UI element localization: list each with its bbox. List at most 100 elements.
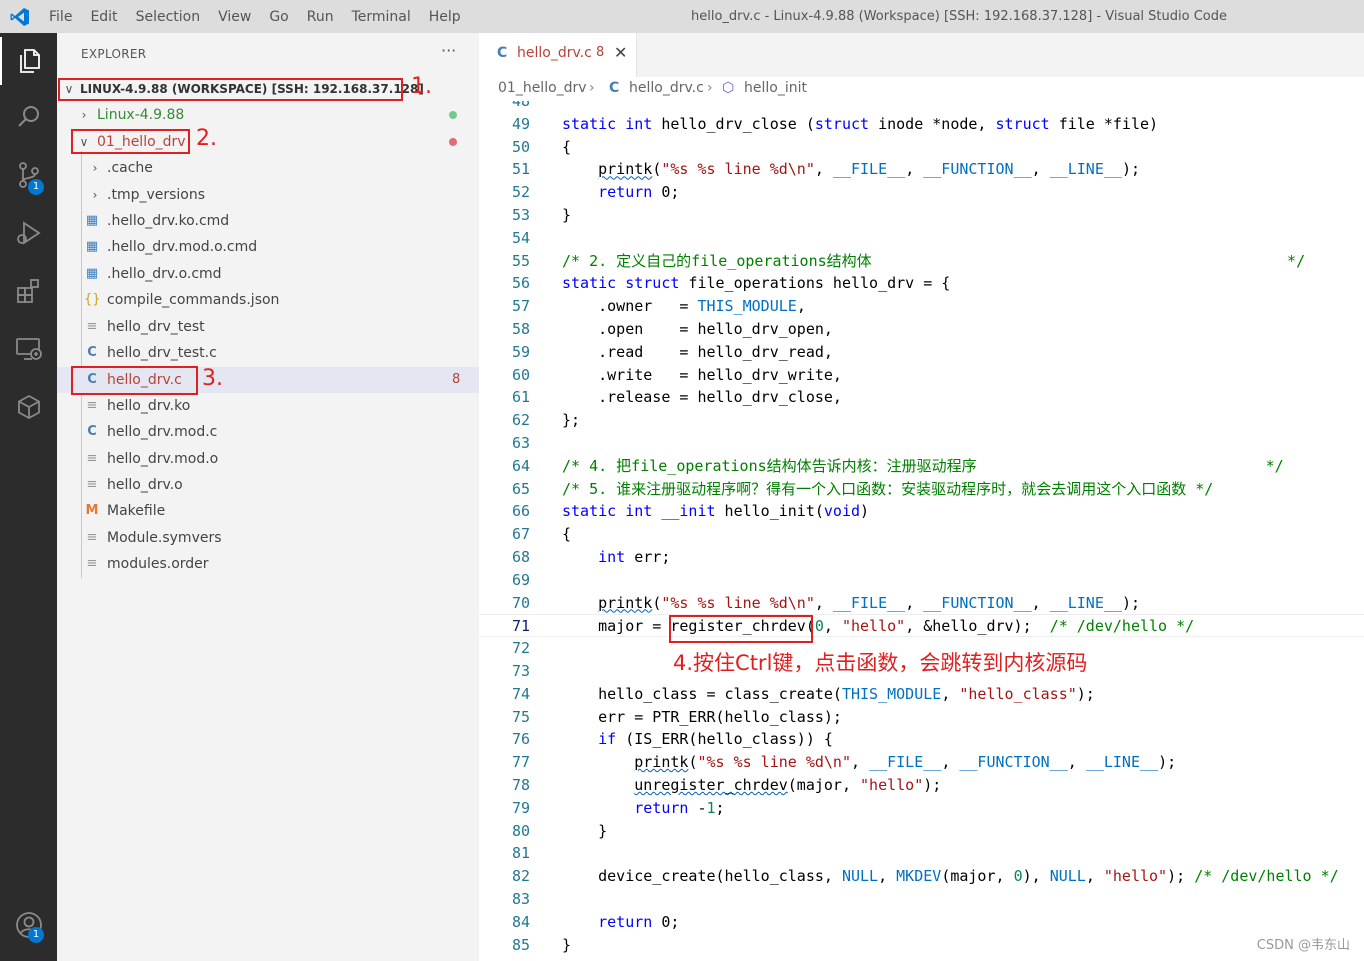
- line-number: 74: [511, 684, 530, 703]
- windows-file-icon: ▦: [85, 266, 99, 281]
- code-line[interactable]: 57 .owner = THIS_MODULE,: [479, 295, 1364, 318]
- tree-item-hello-drv-test-c[interactable]: C hello_drv_test.c: [57, 340, 479, 366]
- code-line[interactable]: 60 .write = hello_drv_write,: [479, 364, 1364, 387]
- code-line[interactable]: 74 hello_class = class_create(THIS_MODUL…: [479, 683, 1364, 706]
- text-file-icon: ≡: [86, 530, 98, 545]
- code-line[interactable]: 68 int err;: [479, 546, 1364, 569]
- code-text: hello_class = class_create(THIS_MODULE, …: [562, 684, 1095, 703]
- source-control-icon[interactable]: 1: [0, 151, 57, 199]
- search-icon[interactable]: [0, 93, 57, 141]
- close-icon[interactable]: ✕: [614, 43, 627, 62]
- menu-terminal[interactable]: Terminal: [343, 9, 420, 25]
- text-file-icon: ≡: [86, 319, 98, 334]
- code-line[interactable]: 66 static int __init hello_init(void): [479, 500, 1364, 523]
- menu-help[interactable]: Help: [420, 9, 470, 25]
- line-number: 68: [511, 548, 530, 566]
- code-line[interactable]: 54: [479, 227, 1364, 250]
- tree-item-compile-commands-json[interactable]: {} compile_commands.json: [57, 287, 479, 313]
- code-line[interactable]: 59 .read = hello_drv_read,: [479, 341, 1364, 364]
- tree-item-linux-4-9-88[interactable]: › Linux-4.9.88: [57, 102, 479, 128]
- tree-item-hello-drv-o-cmd[interactable]: ▦ .hello_drv.o.cmd: [57, 261, 479, 287]
- code-line[interactable]: 64 /* 4. 把file_operations结构体告诉内核：注册驱动程序 *…: [479, 455, 1364, 478]
- c-file-icon: C: [87, 345, 97, 360]
- code-text: printk("%s %s line %d\n", __FILE__, __FU…: [598, 160, 1140, 179]
- code-line[interactable]: 71 major = register_chrdev(0, "hello", &…: [479, 614, 1364, 638]
- code-editor[interactable]: 48 49 static int hello_drv_close (struct i…: [479, 101, 1364, 961]
- tree-item-tmp-versions[interactable]: › .tmp_versions: [57, 182, 479, 208]
- tree-item-hello-drv-o[interactable]: ≡ hello_drv.o: [57, 472, 479, 498]
- code-text: }: [562, 821, 608, 840]
- code-line[interactable]: 52 return 0;: [479, 181, 1364, 204]
- breadcrumb-symbol[interactable]: hello_init: [744, 80, 807, 96]
- breadcrumb-file[interactable]: hello_drv.c: [629, 80, 704, 96]
- code-line[interactable]: 50 {: [479, 136, 1364, 159]
- tree-item-hello-drv-ko-cmd[interactable]: ▦ .hello_drv.ko.cmd: [57, 208, 479, 234]
- code-line[interactable]: 55 /* 2. 定义自己的file_operations结构体 */: [479, 250, 1364, 273]
- code-line[interactable]: 77 printk("%s %s line %d\n", __FILE__, _…: [479, 751, 1364, 774]
- code-line[interactable]: 82 device_create(hello_class, NULL, MKDE…: [479, 865, 1364, 888]
- tree-item-module-symvers[interactable]: ≡ Module.symvers: [57, 525, 479, 551]
- code-line[interactable]: 84 return 0;: [479, 911, 1364, 934]
- code-line[interactable]: 70 printk("%s %s line %d\n", __FILE__, _…: [479, 592, 1364, 615]
- tree-item-makefile[interactable]: M Makefile: [57, 498, 479, 524]
- tree-item-label: Module.symvers: [107, 530, 222, 546]
- cube-icon[interactable]: [0, 383, 57, 431]
- code-line[interactable]: 51 printk("%s %s line %d\n", __FILE__, _…: [479, 158, 1364, 181]
- code-line[interactable]: 76 if (IS_ERR(hello_class)) {: [479, 728, 1364, 751]
- code-line[interactable]: 67 {: [479, 523, 1364, 546]
- line-number: 77: [511, 753, 530, 772]
- code-line[interactable]: 83: [479, 888, 1364, 911]
- line-number: 79: [511, 798, 530, 817]
- tree-item-cache[interactable]: › .cache: [57, 155, 479, 181]
- code-line[interactable]: 62};: [479, 409, 1364, 432]
- problems-count: 8: [452, 372, 461, 387]
- menu-go[interactable]: Go: [260, 9, 297, 25]
- code-line[interactable]: 48: [479, 101, 1364, 113]
- remote-explorer-icon[interactable]: [0, 325, 57, 373]
- code-text: .release = hello_drv_close,: [562, 388, 842, 407]
- code-line[interactable]: 79 return -1;: [479, 797, 1364, 820]
- tree-item-hello-drv-mod-o[interactable]: ≡ hello_drv.mod.o: [57, 446, 479, 472]
- explorer-icon[interactable]: [0, 37, 57, 85]
- account-icon[interactable]: 1: [0, 901, 57, 949]
- menu-edit[interactable]: Edit: [81, 9, 126, 25]
- text-file-icon: ≡: [86, 398, 98, 413]
- code-line[interactable]: 53}: [479, 204, 1364, 227]
- code-text: .open = hello_drv_open,: [562, 320, 833, 338]
- tree-item-modules-order[interactable]: ≡ modules.order: [57, 551, 479, 577]
- code-line[interactable]: 81: [479, 842, 1364, 865]
- code-line[interactable]: 56 static struct file_operations hello_dr…: [479, 272, 1364, 295]
- breadcrumb-folder[interactable]: 01_hello_drv: [498, 80, 587, 96]
- tab-hello-drv-c[interactable]: C hello_drv.c 8 ✕: [479, 33, 637, 77]
- code-line[interactable]: 75 err = PTR_ERR(hello_class);: [479, 706, 1364, 729]
- line-number: 71: [511, 617, 530, 636]
- code-line[interactable]: 78 unregister_chrdev(major, "hello");: [479, 774, 1364, 797]
- menu-run[interactable]: Run: [298, 9, 343, 25]
- menu-view[interactable]: View: [209, 9, 260, 25]
- code-line[interactable]: 69: [479, 569, 1364, 592]
- code-line[interactable]: 65 /* 5. 谁来注册驱动程序啊？得有一个入口函数：安装驱动程序时，就会去调用…: [479, 478, 1364, 501]
- code-line[interactable]: 49 static int hello_drv_close (struct ino…: [479, 113, 1364, 136]
- tree-item-hello-drv-mod-o-cmd[interactable]: ▦ .hello_drv.mod.o.cmd: [57, 234, 479, 260]
- line-number: 63: [511, 434, 530, 452]
- code-line[interactable]: 61 .release = hello_drv_close,: [479, 386, 1364, 409]
- menu-selection[interactable]: Selection: [127, 9, 210, 25]
- tree-item-hello-drv-mod-c[interactable]: C hello_drv.mod.c: [57, 419, 479, 445]
- code-line[interactable]: 85}: [479, 934, 1364, 957]
- code-line[interactable]: 58 .open = hello_drv_open,: [479, 318, 1364, 341]
- line-number: 80: [511, 821, 530, 840]
- line-number: 59: [511, 342, 530, 361]
- line-number: 60: [511, 365, 530, 384]
- tree-item-label: .cache: [107, 160, 153, 176]
- chevron-right-icon: ›: [92, 188, 98, 202]
- tree-item-hello-drv-test[interactable]: ≡ hello_drv_test: [57, 314, 479, 340]
- line-number: 51: [511, 160, 530, 179]
- run-debug-icon[interactable]: [0, 209, 57, 257]
- code-line[interactable]: 63: [479, 432, 1364, 455]
- more-actions-button[interactable]: ···: [441, 41, 456, 60]
- tree-item-hello-drv-ko[interactable]: ≡ hello_drv.ko: [57, 393, 479, 419]
- menu-file[interactable]: File: [40, 9, 81, 25]
- code-line[interactable]: 80 }: [479, 820, 1364, 843]
- chevron-right-icon: ›: [589, 80, 595, 96]
- extensions-icon[interactable]: [0, 267, 57, 315]
